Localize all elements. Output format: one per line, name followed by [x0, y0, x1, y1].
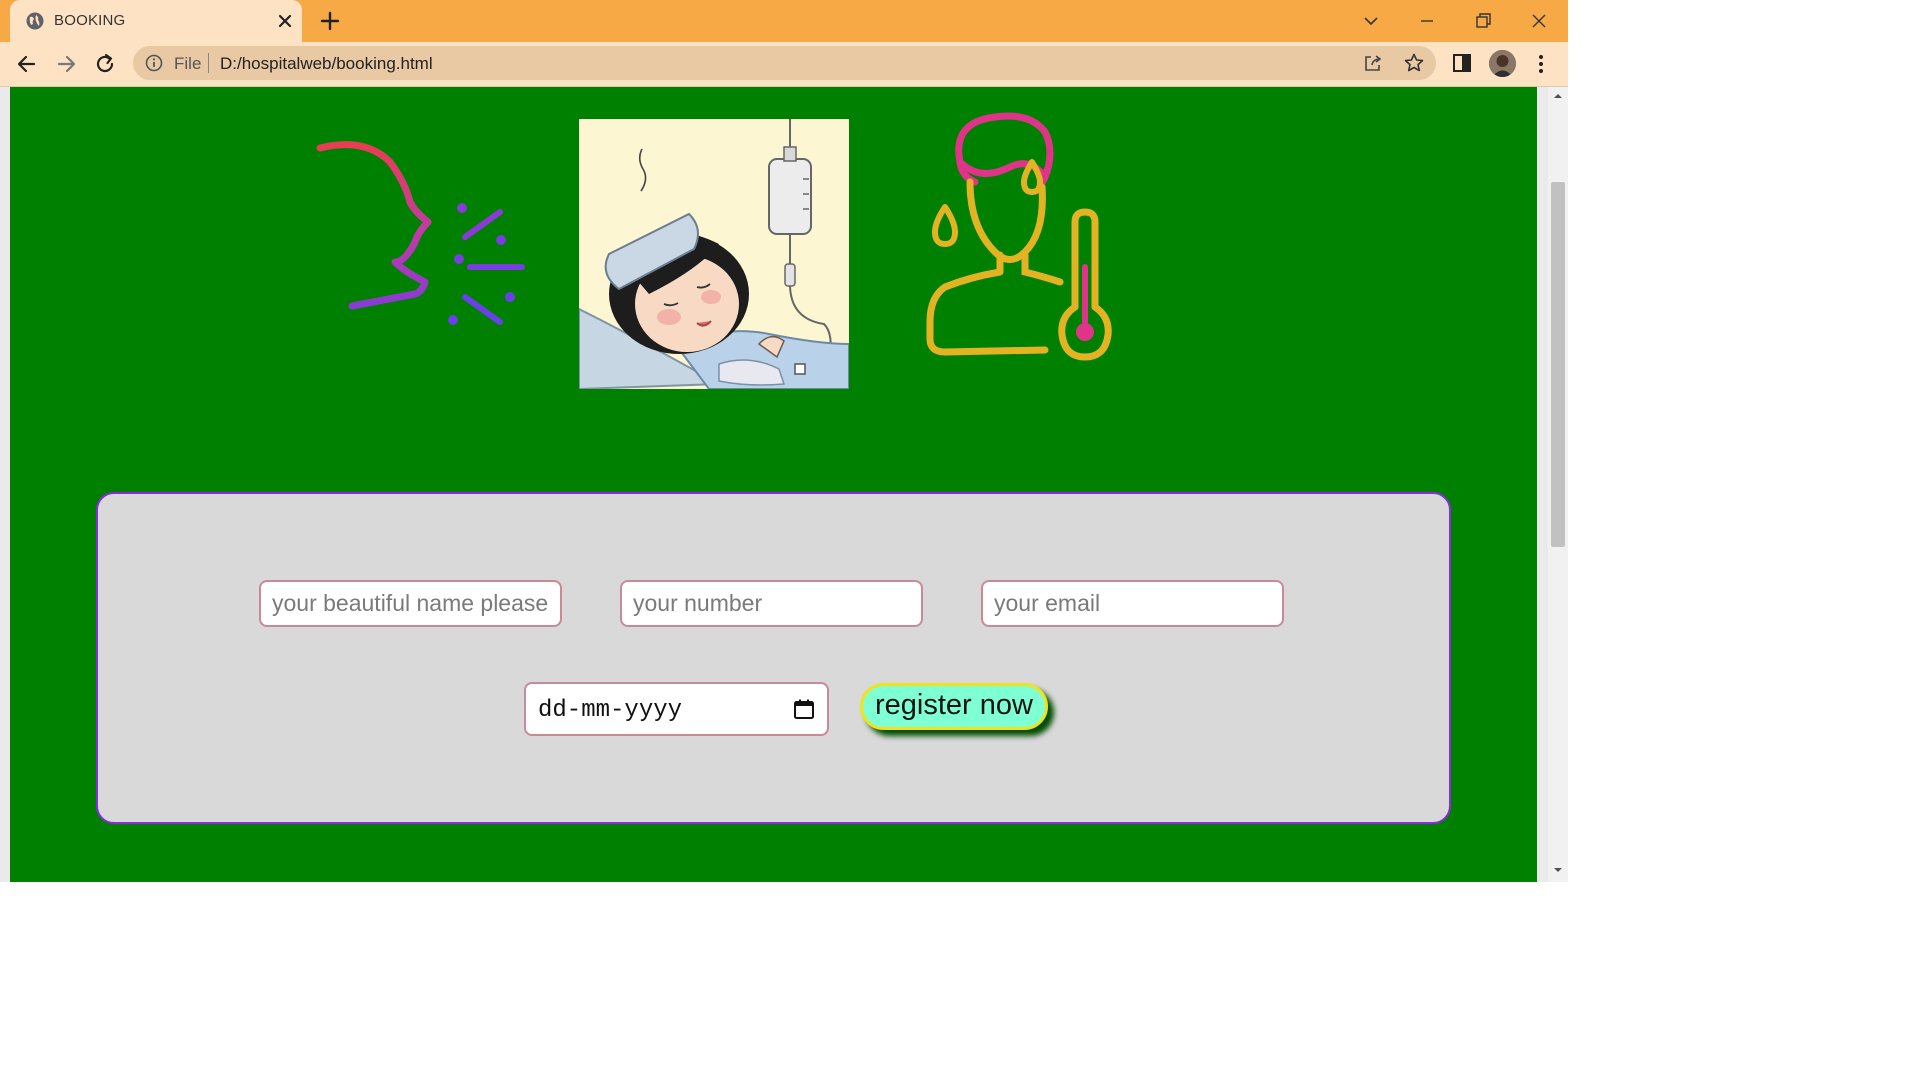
share-icon[interactable]: [1363, 53, 1383, 73]
url-text[interactable]: D:/hospitalweb/booking.html: [220, 54, 433, 74]
kebab-menu-icon[interactable]: [1532, 52, 1550, 76]
number-input[interactable]: [620, 580, 923, 627]
tab-title: BOOKING: [54, 12, 126, 29]
register-button[interactable]: register now: [860, 683, 1048, 730]
forward-arrow-icon[interactable]: [53, 51, 79, 77]
cough-icon: [316, 141, 525, 325]
profile-picture: [1489, 50, 1516, 77]
globe-icon: [26, 12, 44, 30]
close-window-icon[interactable]: [1524, 6, 1554, 36]
avatar[interactable]: [1489, 50, 1516, 77]
omnibox-divider: [208, 53, 209, 73]
info-icon[interactable]: [145, 54, 163, 72]
back-arrow-icon[interactable]: [14, 51, 40, 77]
scroll-down-arrow-icon[interactable]: [1553, 865, 1563, 875]
chevron-down-icon[interactable]: [1356, 6, 1386, 36]
browser-toolbar: File D:/hospitalweb/booking.html: [0, 42, 1568, 87]
star-icon[interactable]: [1403, 52, 1425, 74]
address-bar[interactable]: File D:/hospitalweb/booking.html: [133, 46, 1436, 80]
side-panel-icon[interactable]: [1451, 52, 1473, 74]
email-input[interactable]: [981, 580, 1284, 627]
close-icon[interactable]: [274, 10, 296, 32]
date-placeholder: dd-mm-yyyy: [538, 697, 683, 724]
minimize-icon[interactable]: [1412, 6, 1442, 36]
scheme-label: File: [174, 54, 202, 73]
scrollbar-thumb[interactable]: [1551, 182, 1565, 547]
vertical-scrollbar[interactable]: [1548, 87, 1568, 882]
booking-form-card: dd-mm-yyyy register now: [96, 492, 1451, 824]
calendar-icon[interactable]: [792, 697, 816, 721]
page-viewport: dd-mm-yyyy register now: [0, 87, 1550, 882]
booking-page: dd-mm-yyyy register now: [10, 87, 1537, 882]
browser-tab[interactable]: BOOKING: [10, 0, 302, 42]
scroll-up-arrow-icon[interactable]: [1553, 91, 1563, 101]
sick-patient-graphic: [579, 119, 849, 389]
reload-icon[interactable]: [92, 51, 118, 77]
tab-strip: BOOKING: [0, 0, 1568, 42]
date-input[interactable]: dd-mm-yyyy: [524, 682, 829, 736]
plus-icon[interactable]: [318, 9, 342, 33]
restore-icon[interactable]: [1468, 6, 1498, 36]
fever-icon: [926, 112, 1112, 361]
name-input[interactable]: [259, 580, 562, 627]
sick-patient-image: [579, 119, 849, 389]
